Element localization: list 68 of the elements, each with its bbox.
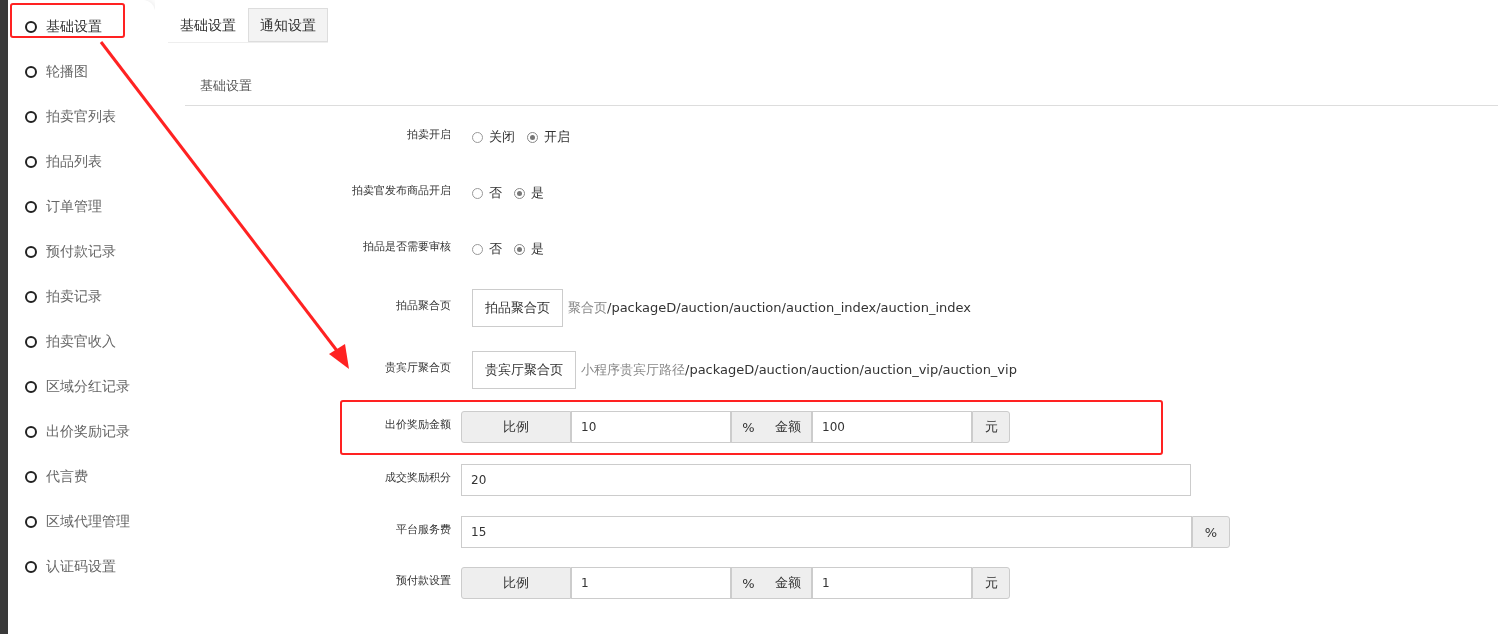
radio-label: 开启 [544, 128, 570, 146]
page-path: 聚合页/packageD/auction/auction/auction_index/auction_index [568, 299, 971, 317]
circle-icon [25, 335, 37, 348]
input-field[interactable]: 1 [571, 567, 731, 599]
sidebar-item[interactable]: 区域代理管理 [8, 499, 155, 544]
field-label: 拍品聚合页 [395, 297, 452, 313]
radio-button[interactable] [472, 187, 483, 199]
radio-label: 关闭 [489, 128, 515, 146]
sidebar-item[interactable]: 轮播图 [8, 49, 155, 94]
sidebar-item[interactable]: 订单管理 [8, 184, 155, 229]
circle-icon [25, 65, 37, 78]
circle-icon [25, 425, 37, 438]
page-button[interactable]: 贵宾厅聚合页 [472, 351, 576, 389]
radio-button[interactable] [472, 243, 483, 255]
radio-button[interactable] [472, 131, 483, 143]
sidebar-item[interactable]: 拍卖官收入 [8, 319, 155, 364]
radio-button[interactable] [514, 243, 525, 255]
circle-icon [25, 20, 37, 33]
field-label: 出价奖励金额 [384, 416, 452, 432]
sidebar-item[interactable]: 拍卖官列表 [8, 94, 155, 139]
field-label: 成交奖励积分 [384, 469, 452, 485]
sidebar-item[interactable]: 区域分红记录 [8, 364, 155, 409]
input-addon: % [1192, 516, 1230, 548]
input-field[interactable]: 100 [812, 411, 972, 443]
field-label: 平台服务费 [395, 521, 452, 537]
radio-label: 是 [531, 184, 544, 202]
radio-button[interactable] [527, 131, 538, 143]
page-button[interactable]: 拍品聚合页 [472, 289, 563, 327]
radio-label: 否 [489, 184, 502, 202]
input-addon: 元 [972, 411, 1010, 443]
input-addon: % [731, 567, 765, 599]
sidebar-item[interactable]: 拍卖记录 [8, 274, 155, 319]
page-path: 小程序贵宾厅路径/packageD/auction/auction/auction_vip/auction_vip [581, 361, 1017, 379]
input-addon: 比例 [461, 567, 571, 599]
field-label: 预付款设置 [395, 572, 452, 588]
radio-label: 否 [489, 240, 502, 258]
sidebar-item[interactable]: 出价奖励记录 [8, 409, 155, 454]
input-addon: 比例 [461, 411, 571, 443]
circle-icon [25, 560, 37, 573]
input-field[interactable]: 1 [812, 567, 972, 599]
field-label: 贵宾厅聚合页 [384, 359, 452, 375]
field-label: 拍卖官发布商品开启 [351, 182, 452, 198]
radio-button[interactable] [514, 187, 525, 199]
sidebar-item[interactable]: 基础设置 [8, 4, 155, 49]
tab[interactable]: 通知设置 [248, 8, 328, 42]
radio-label: 是 [531, 240, 544, 258]
field-label: 拍卖开启 [406, 126, 452, 142]
sidebar-item[interactable]: 认证码设置 [8, 544, 155, 589]
circle-icon [25, 245, 37, 258]
circle-icon [25, 470, 37, 483]
input-addon: 金额 [765, 567, 812, 599]
sidebar-item[interactable]: 代言费 [8, 454, 155, 499]
circle-icon [25, 200, 37, 213]
input-addon: 金额 [765, 411, 812, 443]
sidebar-item[interactable]: 拍品列表 [8, 139, 155, 184]
input-addon: 元 [972, 567, 1010, 599]
input-field[interactable]: 10 [571, 411, 731, 443]
circle-icon [25, 290, 37, 303]
circle-icon [25, 155, 37, 168]
sidebar-item[interactable]: 预付款记录 [8, 229, 155, 274]
circle-icon [25, 110, 37, 123]
circle-icon [25, 515, 37, 528]
circle-icon [25, 380, 37, 393]
input-field[interactable]: 20 [461, 464, 1191, 496]
section-title: 基础设置 [200, 78, 252, 93]
input-addon: % [731, 411, 765, 443]
input-field[interactable]: 15 [461, 516, 1192, 548]
field-label: 拍品是否需要审核 [362, 238, 452, 254]
